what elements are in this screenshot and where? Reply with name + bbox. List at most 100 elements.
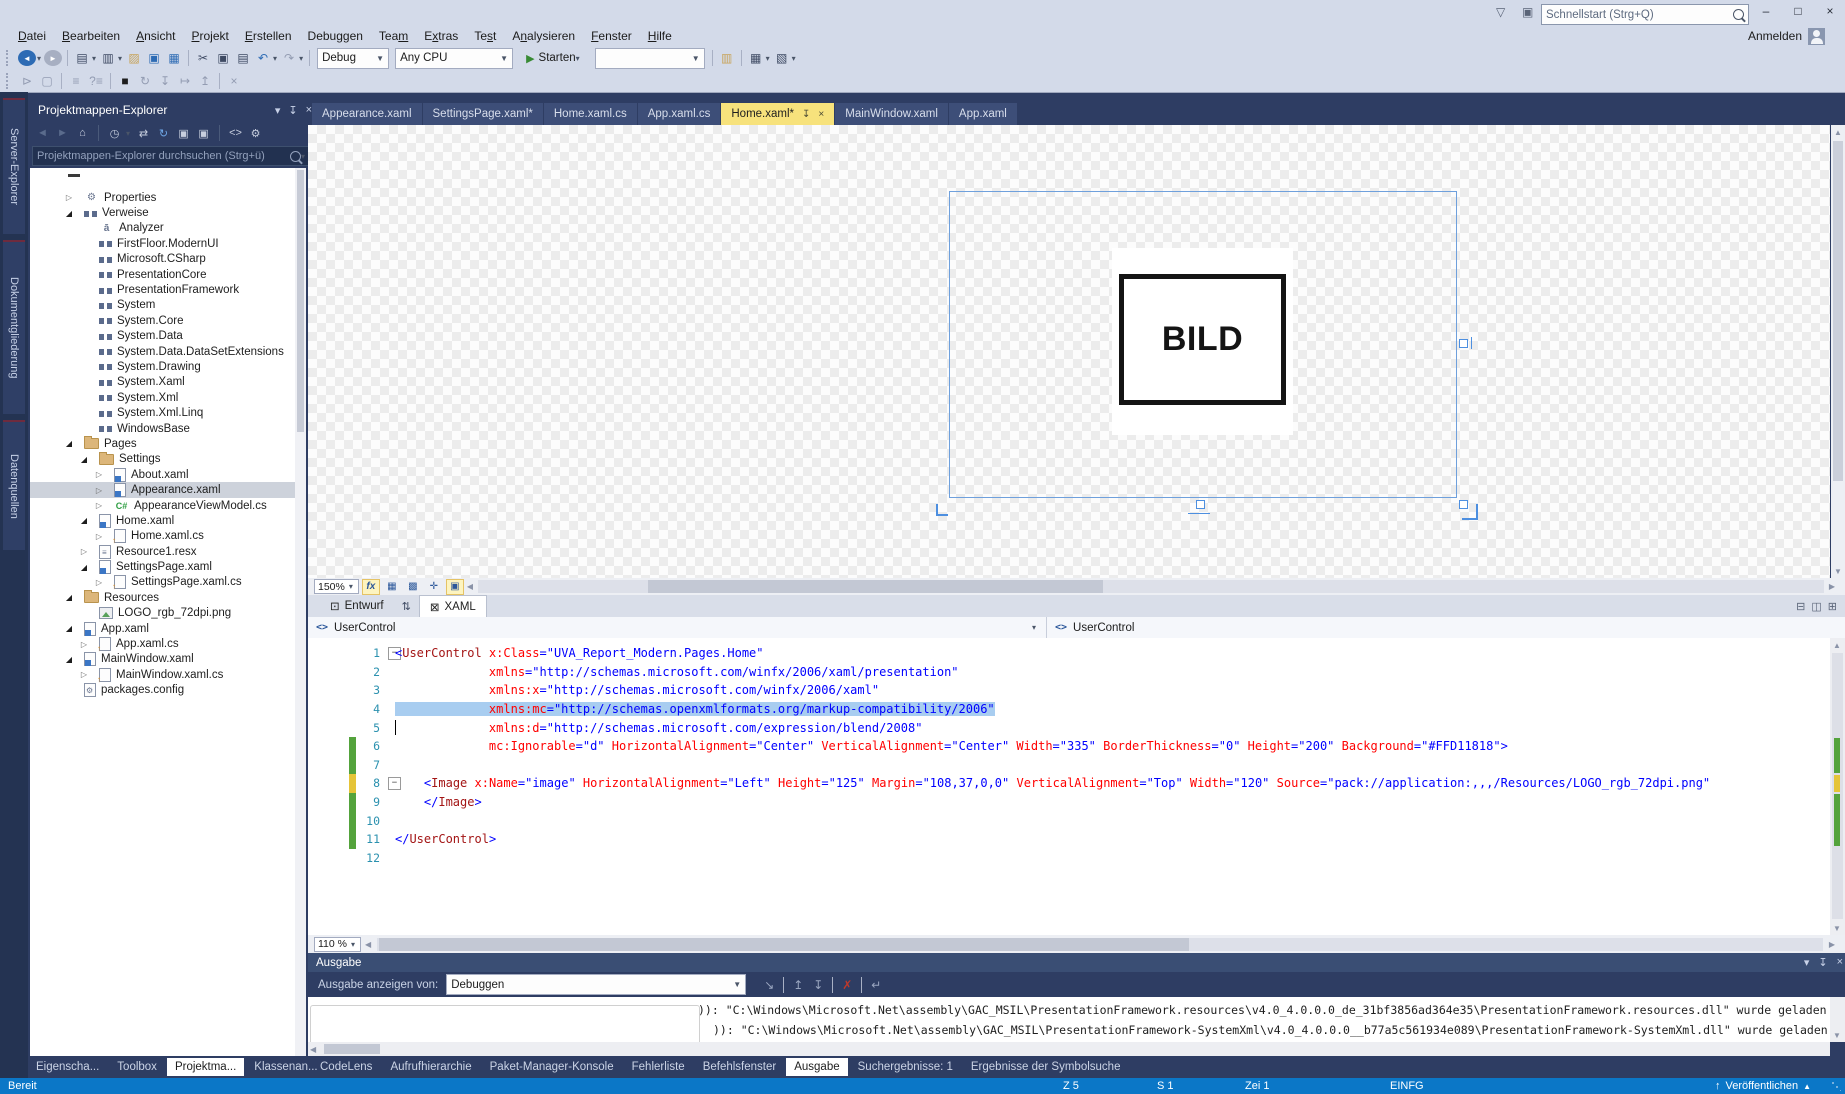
refresh-icon[interactable]: ↻ <box>156 124 171 142</box>
tree-item-properties[interactable]: ▷⚙Properties <box>30 190 306 205</box>
side-tab-serverexplorer[interactable]: Server-Explorer <box>3 98 25 234</box>
panel-tab-befehlsfenster[interactable]: Befehlsfenster <box>695 1058 785 1076</box>
tree-item-system.xml.linq[interactable]: System.Xml.Linq <box>30 405 306 420</box>
solution-explorer-search-input[interactable]: Projektmappen-Explorer durchsuchen (Strg… <box>32 146 312 166</box>
side-tab-datenquellen[interactable]: Datenquellen <box>3 420 25 550</box>
usercontrol-design-element[interactable]: BILD <box>950 192 1456 497</box>
menu-team[interactable]: Team <box>371 27 416 45</box>
feedback-icon[interactable]: ▣ <box>1522 5 1533 19</box>
tree-item-appearance.xaml[interactable]: ▷Appearance.xaml <box>30 482 306 497</box>
scroll-up-arrow[interactable]: ▲ <box>1830 638 1844 652</box>
panel-tab-ergebnissedersymbolsuche[interactable]: Ergebnisse der Symbolsuche <box>963 1058 1129 1076</box>
swap-panes-icon[interactable]: ⇅ <box>402 600 411 613</box>
tree-item-system.xaml[interactable]: System.Xaml <box>30 375 306 390</box>
expander-collapsed-icon[interactable]: ▷ <box>78 670 90 679</box>
solution-explorer-title-bar[interactable]: Projektmappen-Explorer ▾↧× <box>28 100 318 120</box>
panel-tab-aufrufhierarchie[interactable]: Aufrufhierarchie <box>382 1058 479 1076</box>
menu-extras[interactable]: Extras <box>416 27 466 45</box>
xaml-code-editor[interactable]: 1−<UserControl x:Class="UVA_Report_Moder… <box>308 638 1830 941</box>
doc-tab-home.xaml.cs[interactable]: Home.xaml.cs <box>544 103 637 125</box>
panel-tab-eigenscha[interactable]: Eigenscha... <box>28 1058 107 1076</box>
chevron-down-icon[interactable]: ▾ <box>299 54 303 63</box>
expander-collapsed-icon[interactable]: ▷ <box>93 486 105 495</box>
start-debugging-button[interactable]: ▶ Starten ▾ <box>520 52 588 65</box>
tree-item-system.data[interactable]: System.Data <box>30 329 306 344</box>
tree-item-about.xaml[interactable]: ▷About.xaml <box>30 467 306 482</box>
scrollbar-thumb[interactable] <box>379 938 1189 951</box>
pending-changes-filter-icon[interactable]: ◷ <box>107 124 122 142</box>
code-line-3[interactable]: 3 xmlns:x="http://schemas.microsoft.com/… <box>308 681 1830 700</box>
resize-grip[interactable] <box>1831 1081 1841 1091</box>
expander-collapsed-icon[interactable]: ▷ <box>93 578 105 587</box>
tree-item-home.xaml.cs[interactable]: ▷Home.xaml.cs <box>30 529 306 544</box>
tree-scrollbar[interactable] <box>295 168 306 1056</box>
solution-platforms-icon[interactable]: ▧ <box>773 49 791 67</box>
toolbar-grip[interactable] <box>6 73 12 89</box>
code-line-8[interactable]: 8− <Image x:Name="image" HorizontalAlign… <box>308 774 1830 793</box>
output-vertical-scrollbar[interactable]: ▼ <box>1830 997 1845 1042</box>
tree-item-app.xaml.cs[interactable]: ▷App.xaml.cs <box>30 636 306 651</box>
publish-button[interactable]: ↑ Veröffentlichen ▲ <box>1715 1080 1811 1092</box>
output-horizontal-scrollbar[interactable]: ◀ <box>308 1042 1830 1056</box>
stop-debugging-icon[interactable]: ■ <box>116 72 134 90</box>
open-file-icon[interactable]: ▨ <box>125 49 143 67</box>
side-tab-dokumentgliederung[interactable]: Dokumentgliederung <box>3 240 25 414</box>
platform-select[interactable]: Any CPU▼ <box>395 48 513 69</box>
editor-horizontal-scrollbar[interactable] <box>377 938 1823 951</box>
view-code-icon[interactable]: <> <box>228 124 243 142</box>
tree-item-mainwindow.xaml[interactable]: ◢MainWindow.xaml <box>30 652 306 667</box>
show-next-statement-icon[interactable]: ⊳ <box>18 72 36 90</box>
code-line-4[interactable]: 4 xmlns:mc="http://schemas.openxmlformat… <box>308 700 1830 719</box>
output-source-select[interactable]: Debuggen ▼ <box>446 974 746 995</box>
editor-vertical-scrollbar[interactable]: ▲ ▼ <box>1830 638 1845 935</box>
toggle-word-wrap-icon[interactable]: ↵ <box>867 976 885 994</box>
restart-icon[interactable]: ↻ <box>136 72 154 90</box>
scrollbar-thumb[interactable] <box>297 170 304 432</box>
doc-tab-settingspage.xaml[interactable]: SettingsPage.xaml* <box>423 103 543 125</box>
tree-item-mainwindow.xaml.cs[interactable]: ▷MainWindow.xaml.cs <box>30 667 306 682</box>
element-dropdown-right[interactable]: <> UserControl <box>1047 617 1142 638</box>
toolbar-grip[interactable] <box>6 50 12 66</box>
code-line-6[interactable]: 6 mc:Ignorable="d" HorizontalAlignment="… <box>308 737 1830 756</box>
tree-item-home.xaml[interactable]: ◢Home.xaml <box>30 513 306 528</box>
goto-message-icon[interactable]: ↧ <box>809 976 827 994</box>
resize-handle-right[interactable] <box>1459 339 1468 348</box>
sign-in-label[interactable]: Anmelden <box>1748 29 1802 43</box>
chevron-down-icon[interactable]: ▾ <box>273 54 277 63</box>
tree-item-settingspage.xaml[interactable]: ◢SettingsPage.xaml <box>30 559 306 574</box>
show-grid-button[interactable]: ▦ <box>383 579 401 595</box>
doc-tab-home.xaml[interactable]: Home.xaml*↧× <box>721 103 834 125</box>
doc-tab-app.xaml.cs[interactable]: App.xaml.cs <box>638 103 721 125</box>
pin-icon[interactable]: ↧ <box>1818 956 1827 969</box>
doc-tab-app.xaml[interactable]: App.xaml <box>949 103 1017 125</box>
menu-projekt[interactable]: Projekt <box>183 27 236 45</box>
expander-expanded-icon[interactable]: ◢ <box>63 209 75 218</box>
tab-xaml-view[interactable]: ⊠ XAML <box>419 595 487 618</box>
panel-tab-suchergebnisse1[interactable]: Suchergebnisse: 1 <box>850 1058 961 1076</box>
panel-tab-codelens[interactable]: CodeLens <box>312 1058 380 1076</box>
panel-tab-projektma[interactable]: Projektma... <box>167 1058 244 1076</box>
find-in-files-icon[interactable]: ▥ <box>718 49 736 67</box>
menu-bearbeiten[interactable]: Bearbeiten <box>54 27 128 45</box>
collapse-all-icon[interactable]: ▣ <box>176 124 191 142</box>
home-icon[interactable]: ⌂ <box>75 124 90 142</box>
forward-icon[interactable]: ► <box>55 124 70 142</box>
menu-ansicht[interactable]: Ansicht <box>128 27 183 45</box>
tree-item-resources[interactable]: ◢Resources <box>30 590 306 605</box>
panel-tab-toolbox[interactable]: Toolbox <box>109 1058 165 1076</box>
immediate-window-icon[interactable]: ?≡ <box>87 72 105 90</box>
output-title-bar[interactable]: Ausgabe ▾↧× <box>308 953 1845 972</box>
code-line-11[interactable]: 11</UserControl> <box>308 830 1830 849</box>
scroll-down-arrow[interactable]: ▼ <box>1831 564 1845 578</box>
tree-item-settings[interactable]: ◢Settings <box>30 452 306 467</box>
xaml-design-surface[interactable]: BILD <box>308 125 1830 578</box>
tree-item-system[interactable]: System <box>30 298 306 313</box>
chevron-down-icon[interactable]: ▾ <box>766 54 770 63</box>
panel-tab-ausgabe[interactable]: Ausgabe <box>786 1058 847 1076</box>
scroll-down-arrow[interactable]: ▼ <box>1830 921 1844 935</box>
expander-expanded-icon[interactable]: ◢ <box>78 516 90 525</box>
code-line-7[interactable]: 7 <box>308 756 1830 775</box>
quick-launch-input[interactable]: Schnellstart (Strg+Q) <box>1541 4 1749 25</box>
resize-handle-bottom[interactable] <box>1196 500 1205 509</box>
save-icon[interactable]: ▣ <box>145 49 163 67</box>
